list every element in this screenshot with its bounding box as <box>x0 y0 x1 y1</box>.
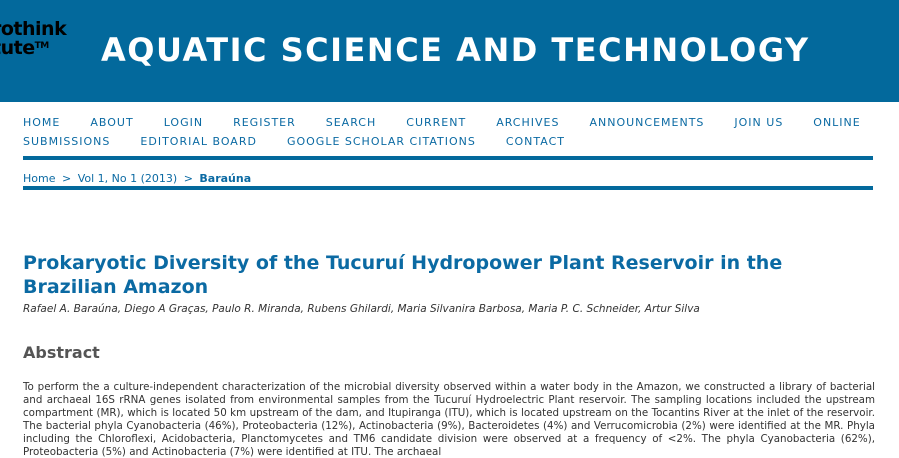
breadcrumb: Home > Vol 1, No 1 (2013) > Baraúna <box>23 172 251 185</box>
site-title: AQUATIC SCIENCE AND TECHNOLOGY <box>101 31 810 69</box>
abstract-text: To perform the a culture-independent cha… <box>23 381 875 458</box>
nav-editorial-board[interactable]: EDITORIAL BOARD <box>140 135 257 148</box>
nav-home[interactable]: HOME <box>23 116 60 129</box>
article-authors: Rafael A. Baraúna, Diego A Graças, Paulo… <box>23 303 700 315</box>
nav-join-us[interactable]: JOIN US <box>734 116 783 129</box>
nav-contact[interactable]: CONTACT <box>506 135 565 148</box>
nav-submissions[interactable]: SUBMISSIONS <box>23 135 110 148</box>
logo-line2-text: tute <box>0 37 35 59</box>
nav-announcements[interactable]: ANNOUNCEMENTS <box>589 116 704 129</box>
nav-login[interactable]: LOGIN <box>164 116 203 129</box>
nav-archives[interactable]: ARCHIVES <box>496 116 559 129</box>
logo-tm: TM <box>34 41 50 51</box>
nav-row-1: HOME ABOUT LOGIN REGISTER SEARCH CURRENT… <box>23 113 873 132</box>
breadcrumb-home[interactable]: Home <box>23 172 55 185</box>
article-title: Prokaryotic Diversity of the Tucuruí Hyd… <box>23 252 783 298</box>
breadcrumb-separator: > <box>61 172 72 185</box>
nav-register[interactable]: REGISTER <box>233 116 296 129</box>
main-navigation: HOME ABOUT LOGIN REGISTER SEARCH CURRENT… <box>23 113 873 151</box>
logo-line2: tuteTM <box>0 39 66 58</box>
nav-about[interactable]: ABOUT <box>90 116 133 129</box>
nav-row-2: SUBMISSIONS EDITORIAL BOARD GOOGLE SCHOL… <box>23 132 873 151</box>
abstract-heading: Abstract <box>23 343 100 362</box>
site-header: rothink tuteTM AQUATIC SCIENCE AND TECHN… <box>0 0 899 102</box>
breadcrumb-current[interactable]: Baraúna <box>199 172 251 185</box>
nav-google-scholar-citations[interactable]: GOOGLE SCHOLAR CITATIONS <box>287 135 476 148</box>
nav-current[interactable]: CURRENT <box>406 116 466 129</box>
nav-divider <box>23 156 873 160</box>
logo[interactable]: rothink tuteTM <box>0 20 67 58</box>
nav-online[interactable]: ONLINE <box>813 116 860 129</box>
nav-search[interactable]: SEARCH <box>326 116 377 129</box>
breadcrumb-divider <box>23 186 873 190</box>
breadcrumb-separator: > <box>183 172 193 185</box>
breadcrumb-issue[interactable]: Vol 1, No 1 (2013) <box>78 172 177 185</box>
